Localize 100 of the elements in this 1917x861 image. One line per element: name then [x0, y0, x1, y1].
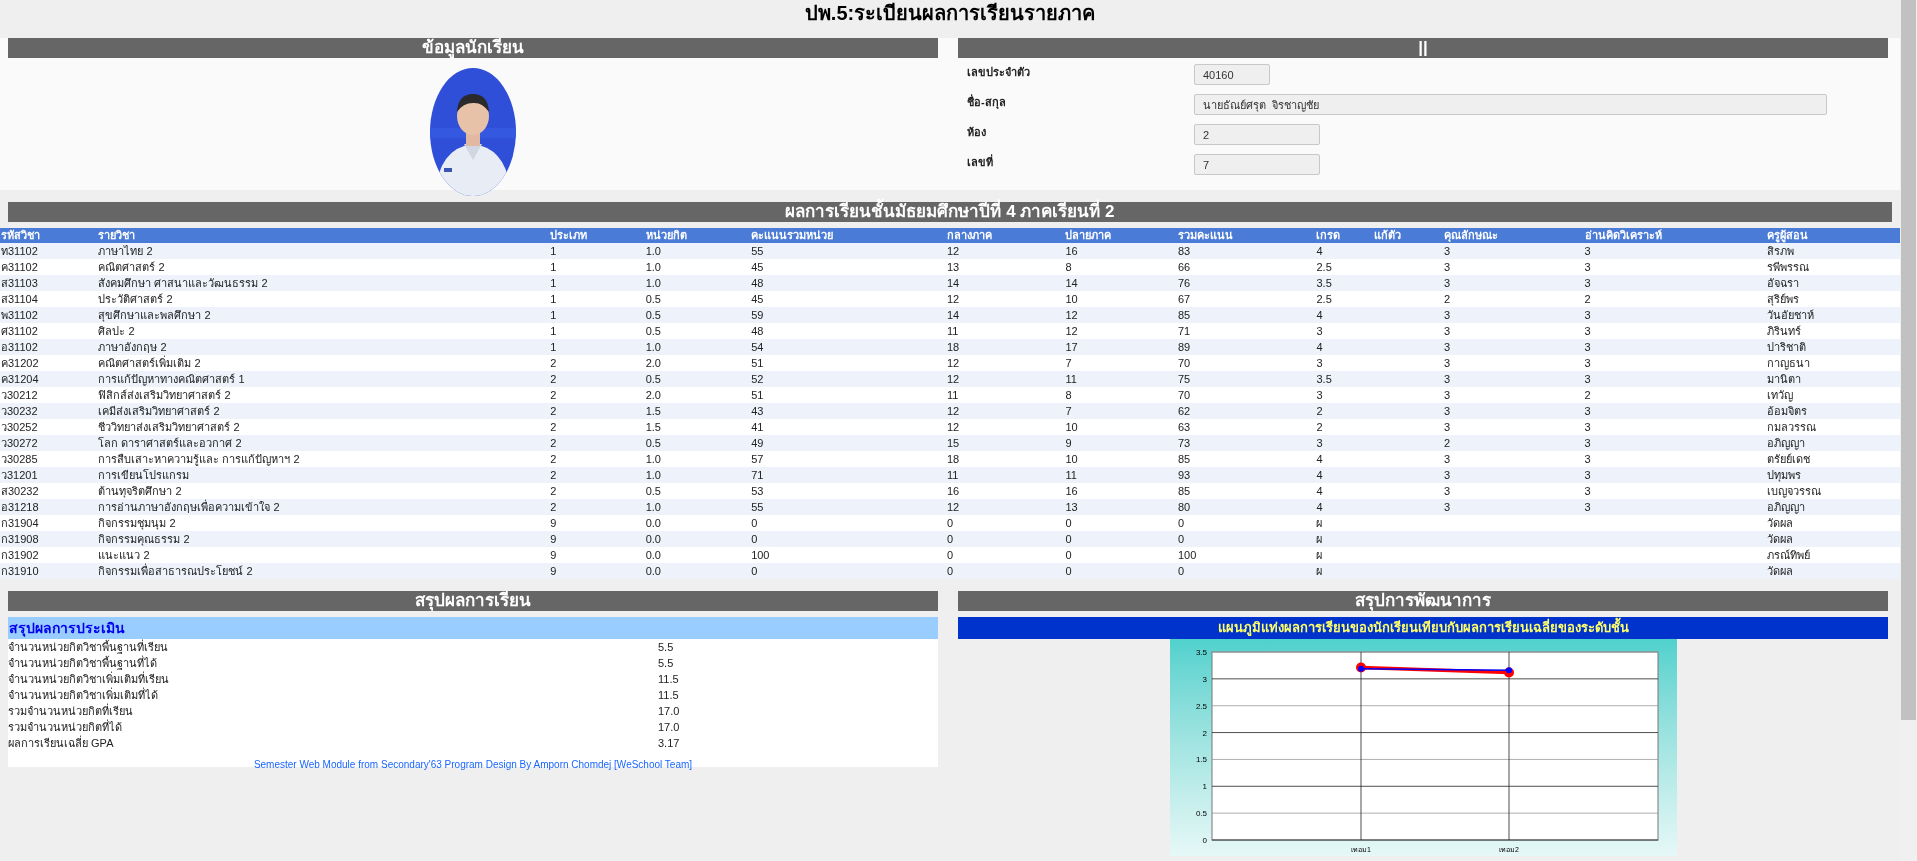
table-cell: 0: [946, 565, 954, 577]
table-cell: วัดผล: [1767, 533, 1794, 545]
table-cell: 3: [1444, 453, 1451, 465]
table-cell: อภิญญา: [1767, 437, 1806, 449]
table-cell: 18: [946, 341, 960, 353]
table-cell: ว30252: [1, 421, 38, 433]
text-field[interactable]: 2: [1194, 124, 1320, 145]
table-cell: อัจฉรา: [1767, 277, 1800, 289]
table-cell: 71: [1177, 325, 1191, 337]
table-cell: กาญธนา: [1767, 357, 1811, 369]
table-cell: 55: [751, 245, 764, 257]
table-cell: 3: [1584, 277, 1591, 289]
summary-value: 11.5: [658, 688, 679, 703]
table-cell: 11: [1065, 373, 1077, 385]
table-cell: การอ่านภาษาอังกฤษเพื่อความเข้าใจ 2: [98, 501, 280, 513]
column-header: แก้ตัว: [1372, 228, 1443, 243]
table-cell: 2: [550, 485, 557, 497]
table-cell: 2.5: [1316, 293, 1332, 305]
table-cell: 76: [1177, 277, 1191, 289]
table-cell: 2: [1444, 437, 1451, 449]
table-cell: 2.0: [645, 389, 661, 401]
field-label: เลขประจำตัว: [966, 65, 1031, 80]
table-cell: วัดผล: [1767, 517, 1794, 529]
field-label: เลขที่: [966, 154, 994, 170]
table-cell: วันอัยชาห์: [1767, 309, 1815, 321]
summary-value: 5.5: [658, 656, 674, 671]
table-cell: 3: [1444, 277, 1451, 289]
table-cell: 3: [1584, 485, 1591, 497]
table-cell: 0.5: [645, 437, 661, 449]
table-cell: 0: [1065, 549, 1072, 561]
table-cell: 4: [1316, 485, 1323, 497]
table-cell: 0.5: [645, 373, 661, 385]
table-cell: 12: [946, 501, 960, 513]
text-field[interactable]: นายธัณย์ศรุต จิรชาญชัย: [1194, 94, 1827, 115]
table-cell: 1: [550, 261, 557, 273]
table-cell: ก31910: [1, 565, 39, 577]
summary-value: 17.0: [658, 720, 680, 735]
y-tick-label: 3: [1202, 674, 1207, 684]
text-field[interactable]: 7: [1194, 154, 1320, 175]
table-cell: ก31908: [1, 533, 39, 545]
table-cell: 3: [1444, 357, 1451, 369]
table-cell: 11: [946, 469, 959, 481]
table-cell: 57: [751, 453, 764, 465]
table-cell: ศิลปะ 2: [98, 325, 135, 337]
table-cell: 70: [1177, 389, 1191, 401]
table-cell: 0.5: [645, 325, 661, 337]
table-cell: 2: [550, 405, 557, 417]
table-cell: 3: [1584, 453, 1591, 465]
table-cell: 4: [1316, 501, 1323, 513]
column-header: คุณลักษณะ: [1443, 228, 1584, 243]
table-cell: 1.0: [645, 261, 661, 273]
table-cell: การเขียนโปรแกรม: [98, 469, 190, 481]
table-cell: 0: [946, 517, 954, 529]
summary-value: 17.0: [658, 704, 680, 719]
y-tick-label: 2: [1202, 728, 1207, 738]
table-cell: 3: [1584, 501, 1591, 513]
table-cell: 55: [751, 501, 764, 513]
table-cell: 0: [1065, 565, 1072, 577]
table-cell: 2: [550, 501, 557, 513]
table-cell: คณิตศาสตร์เพิ่มเติม 2: [98, 357, 201, 369]
table-cell: 0: [1177, 517, 1184, 529]
table-cell: 66: [1177, 261, 1191, 273]
table-cell: 7: [1065, 405, 1072, 417]
table-cell: 80: [1177, 501, 1191, 513]
summary-label: จำนวนหน่วยกิตวิชาเพิ่มเติมที่เรียน: [8, 671, 170, 687]
table-cell: วัดผล: [1767, 565, 1794, 577]
table-cell: 12: [946, 421, 960, 433]
table-cell: 0: [751, 517, 758, 529]
table-cell: ค31102: [1, 261, 38, 273]
table-cell: ส31104: [1, 293, 38, 305]
table-cell: 1.0: [645, 245, 661, 257]
table-cell: 3: [1584, 309, 1591, 321]
summary-label: ผลการเรียนเฉลี่ย GPA: [8, 735, 115, 751]
table-cell: 3: [1444, 421, 1451, 433]
table-cell: สุขศึกษาและพลศึกษา 2: [98, 309, 211, 321]
table-cell: 1.5: [645, 405, 661, 417]
footer-credit: Semester Web Module from Secondary'63 Program Design By Amporn Chomdej [WeSchool Team]: [253, 759, 693, 770]
table-cell: อ31102: [1, 341, 38, 353]
field-label: ชื่อ-สกุล: [966, 94, 1007, 111]
table-cell: รพีพรรณ: [1767, 261, 1810, 273]
subheader-bar: สรุปผลการประเมิน: [8, 617, 938, 639]
table-cell: ศ31102: [1, 325, 38, 337]
table-cell: 10: [1065, 453, 1078, 465]
table-cell: 89: [1177, 341, 1191, 353]
table-cell: 2: [1316, 405, 1323, 417]
table-cell: ผ: [1316, 549, 1323, 561]
table-cell: 3: [1584, 469, 1591, 481]
table-cell: 3: [1584, 325, 1591, 337]
table-cell: 41: [751, 421, 764, 433]
column-header: ประเภท: [549, 228, 645, 243]
table-cell: 2: [550, 421, 557, 433]
table-cell: 73: [1177, 437, 1191, 449]
text-field[interactable]: 40160: [1194, 64, 1270, 85]
table-cell: 3: [1584, 261, 1591, 273]
table-cell: 49: [751, 437, 764, 449]
table-cell: ส31103: [1, 277, 38, 289]
table-cell: 3: [1444, 501, 1451, 513]
table-cell: 3: [1584, 437, 1591, 449]
table-cell: ส30232: [1, 485, 39, 497]
column-header: รายวิชา: [97, 228, 550, 243]
